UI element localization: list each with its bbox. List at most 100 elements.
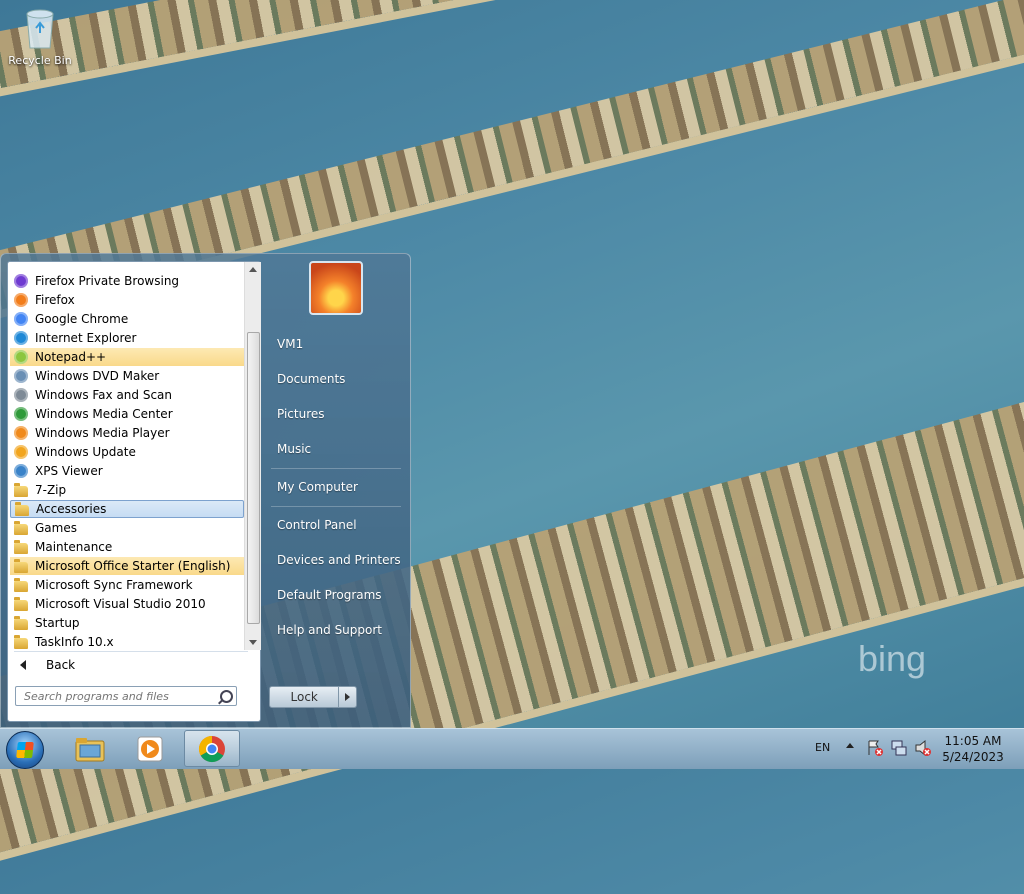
divider: [271, 506, 401, 507]
program-item[interactable]: Google Chrome: [10, 310, 244, 328]
xps-viewer-icon: [13, 463, 29, 479]
all-programs-list: Firefox Private Browsing Firefox Google Ch…: [8, 262, 244, 650]
divider: [271, 468, 401, 469]
start-item-user[interactable]: VM1: [277, 337, 303, 351]
program-label: Notepad++: [35, 350, 107, 364]
scroll-thumb[interactable]: [247, 332, 260, 624]
firefox-private-icon: [13, 273, 29, 289]
recycle-bin-icon: [23, 6, 57, 50]
start-item-computer[interactable]: My Computer: [277, 480, 358, 494]
user-avatar[interactable]: [309, 261, 363, 315]
dvd-maker-icon: [13, 368, 29, 384]
program-label: Windows Media Player: [35, 426, 170, 440]
taskbar-chrome-button[interactable]: [184, 730, 240, 767]
program-label: Games: [35, 521, 77, 535]
scroll-up-icon[interactable]: [249, 267, 257, 272]
search-icon[interactable]: [220, 689, 233, 703]
program-label: Internet Explorer: [35, 331, 137, 345]
chrome-icon: [13, 311, 29, 327]
program-item[interactable]: Maintenance: [10, 538, 244, 556]
start-item-music[interactable]: Music: [277, 442, 311, 456]
program-item[interactable]: Microsoft Office Starter (English): [10, 557, 244, 575]
program-item[interactable]: Firefox: [10, 291, 244, 309]
scroll-down-icon[interactable]: [249, 640, 257, 645]
back-button[interactable]: Back: [10, 655, 244, 675]
program-label: Firefox Private Browsing: [35, 274, 180, 288]
program-item[interactable]: Startup: [10, 614, 244, 632]
program-item[interactable]: Notepad++: [10, 348, 244, 366]
notepadpp-icon: [13, 349, 29, 365]
program-item[interactable]: 7-Zip: [10, 481, 244, 499]
ie-icon: [13, 330, 29, 346]
recycle-bin-shortcut[interactable]: Recycle Bin: [6, 6, 74, 67]
program-item[interactable]: Windows DVD Maker: [10, 367, 244, 385]
lock-button[interactable]: Lock: [269, 686, 340, 708]
clock-date: 5/24/2023: [942, 750, 1004, 764]
divider: [14, 651, 248, 652]
start-menu: Firefox Private Browsing Firefox Google Ch…: [0, 253, 411, 728]
program-label: Microsoft Office Starter (English): [35, 559, 231, 573]
programs-pane: Firefox Private Browsing Firefox Google Ch…: [7, 261, 261, 722]
program-item[interactable]: TaskInfo 10.x: [10, 633, 244, 650]
fax-scan-icon: [13, 387, 29, 403]
program-item[interactable]: Internet Explorer: [10, 329, 244, 347]
action-center-icon[interactable]: [866, 739, 884, 757]
folder-icon: [14, 501, 30, 517]
clock-time: 11:05 AM: [944, 734, 1002, 748]
program-label: Windows Update: [35, 445, 136, 459]
start-item-documents[interactable]: Documents: [277, 372, 345, 386]
system-clock[interactable]: 11:05 AM 5/24/2023: [940, 733, 1006, 765]
program-label: XPS Viewer: [35, 464, 103, 478]
program-item[interactable]: Firefox Private Browsing: [10, 272, 244, 290]
search-programs-box[interactable]: [15, 686, 237, 706]
program-item[interactable]: Windows Media Center: [10, 405, 244, 423]
folder-icon: [13, 577, 29, 593]
program-label: Accessories: [36, 502, 107, 516]
folder-icon: [13, 539, 29, 555]
media-player-icon: [137, 736, 163, 761]
program-item[interactable]: Windows Media Player: [10, 424, 244, 442]
power-options-button[interactable]: [339, 686, 357, 708]
folder-explorer-icon: [75, 737, 105, 761]
program-label: Windows Media Center: [35, 407, 173, 421]
taskbar: EN 11:05 AM 5/24/2023: [0, 728, 1024, 769]
program-label: Maintenance: [35, 540, 113, 554]
program-item[interactable]: Windows Fax and Scan: [10, 386, 244, 404]
taskbar-media-player-button[interactable]: [122, 730, 178, 767]
lock-button-group: Lock: [269, 686, 357, 708]
taskbar-explorer-button[interactable]: [62, 730, 118, 767]
program-label: Firefox: [35, 293, 75, 307]
program-label: Windows DVD Maker: [35, 369, 160, 383]
start-item-pictures[interactable]: Pictures: [277, 407, 325, 421]
program-label: Windows Fax and Scan: [35, 388, 173, 402]
program-item[interactable]: XPS Viewer: [10, 462, 244, 480]
start-item-default-programs[interactable]: Default Programs: [277, 588, 382, 602]
language-indicator[interactable]: EN: [815, 741, 830, 754]
program-label: Microsoft Sync Framework: [35, 578, 193, 592]
start-item-help[interactable]: Help and Support: [277, 623, 382, 637]
start-button[interactable]: [6, 731, 44, 769]
start-item-devices[interactable]: Devices and Printers: [277, 553, 401, 567]
folder-icon: [13, 596, 29, 612]
windows-logo-icon: [16, 742, 34, 758]
program-label: Microsoft Visual Studio 2010: [35, 597, 206, 611]
bing-watermark: bing: [858, 638, 927, 679]
back-arrow-icon: [20, 660, 26, 670]
program-item[interactable]: Accessories: [10, 500, 244, 518]
search-input[interactable]: [22, 688, 216, 704]
program-label: TaskInfo 10.x: [35, 635, 114, 649]
program-item[interactable]: Games: [10, 519, 244, 537]
programs-scrollbar[interactable]: [244, 262, 261, 650]
chrome-icon: [198, 735, 225, 762]
program-label: Startup: [35, 616, 80, 630]
start-item-control-panel[interactable]: Control Panel: [277, 518, 357, 532]
show-hidden-icons-icon[interactable]: [846, 743, 854, 748]
folder-icon: [13, 615, 29, 631]
program-item[interactable]: Microsoft Sync Framework: [10, 576, 244, 594]
folder-icon: [13, 634, 29, 650]
network-icon[interactable]: [890, 739, 908, 757]
program-item[interactable]: Windows Update: [10, 443, 244, 461]
program-item[interactable]: Microsoft Visual Studio 2010: [10, 595, 244, 613]
program-label: Google Chrome: [35, 312, 129, 326]
volume-muted-icon[interactable]: [914, 739, 932, 757]
